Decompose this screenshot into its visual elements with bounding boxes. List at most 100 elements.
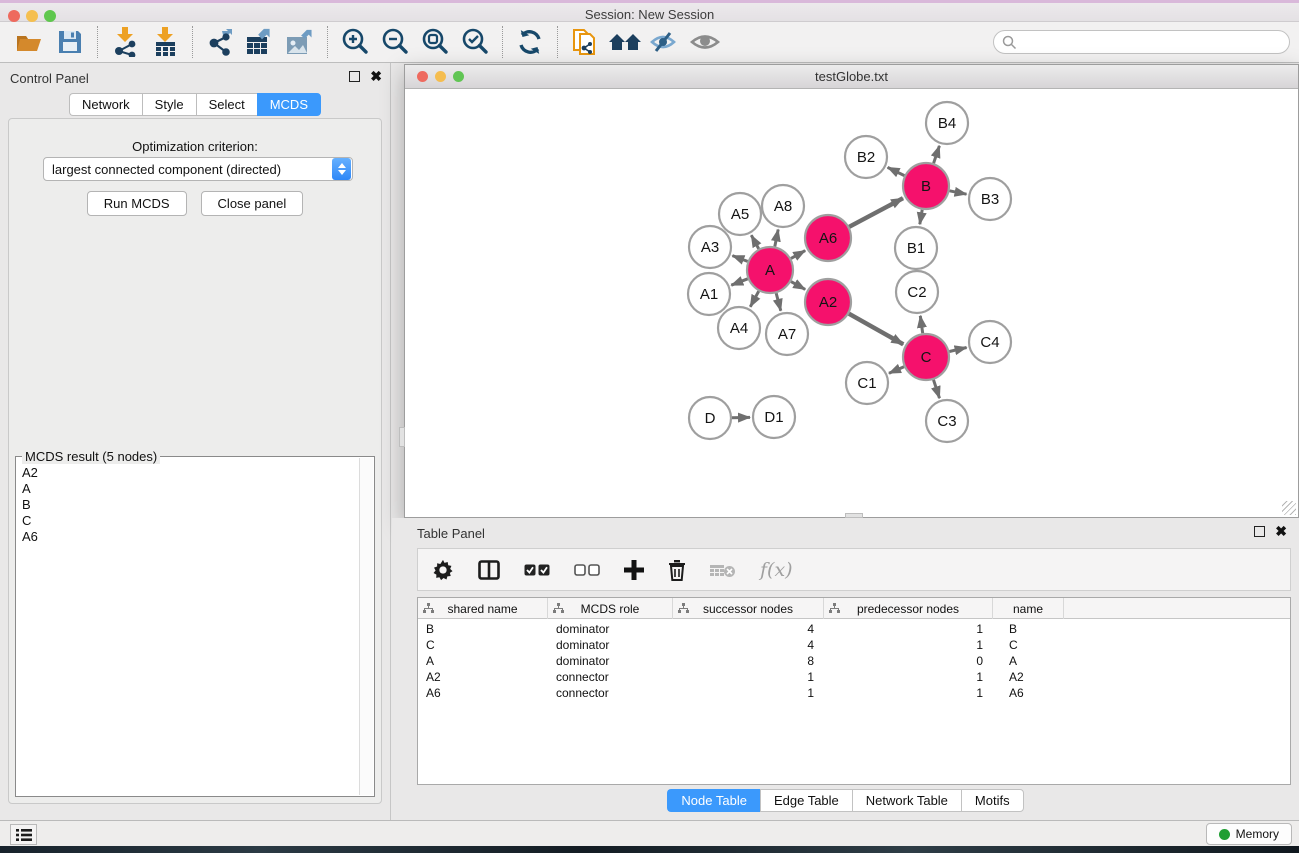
table-cell[interactable]: dominator <box>556 653 666 669</box>
table-cell[interactable]: 0 <box>832 653 983 669</box>
export-image-button[interactable] <box>280 24 320 60</box>
graph-edge-A-A3[interactable] <box>732 256 747 262</box>
table-cell[interactable]: A <box>426 653 540 669</box>
graph-edge-B-B2[interactable] <box>888 167 905 175</box>
mcds-result-item[interactable]: C <box>18 513 358 529</box>
table-row[interactable]: A2 connector 1 1 A2 <box>418 669 1290 685</box>
export-table-button[interactable] <box>240 24 280 60</box>
column-view-button[interactable] <box>478 560 500 580</box>
table-cell[interactable]: 1 <box>681 685 814 701</box>
column-header-mcds-role[interactable]: MCDS role <box>548 598 673 619</box>
table-cell[interactable]: 1 <box>832 685 983 701</box>
graph-edge-A-A5[interactable] <box>751 235 758 249</box>
resize-grip[interactable] <box>1282 501 1296 515</box>
table-row[interactable]: Cdominator 4 1 C <box>418 637 1290 653</box>
table-cell[interactable]: 4 <box>681 621 814 637</box>
table-cell[interactable]: 1 <box>681 669 814 685</box>
zoom-out-button[interactable] <box>375 24 415 60</box>
table-row[interactable]: A6 connector 1 1 A6 <box>418 685 1290 701</box>
graph-edge-A-A7[interactable] <box>776 293 781 311</box>
criterion-select[interactable]: largest connected component (directed) <box>43 157 353 181</box>
refresh-layout-button[interactable] <box>510 24 550 60</box>
table-cell[interactable]: 1 <box>832 637 983 653</box>
float-table-panel-icon[interactable] <box>1254 526 1265 537</box>
mcds-result-item[interactable]: B <box>18 497 358 513</box>
graph-edge-A-A6[interactable] <box>791 251 805 259</box>
column-header-shared-name[interactable]: shared name <box>418 598 548 619</box>
graph-edge-A-A8[interactable] <box>775 230 778 247</box>
table-settings-button[interactable] <box>432 559 454 581</box>
close-panel-icon[interactable]: ✖ <box>370 71 382 82</box>
export-network-button[interactable] <box>200 24 240 60</box>
table-cell[interactable]: 1 <box>832 621 983 637</box>
import-network-button[interactable] <box>105 24 145 60</box>
save-session-button[interactable] <box>50 24 90 60</box>
result-scrollbar[interactable] <box>359 458 373 795</box>
hide-panel-button[interactable] <box>645 24 685 60</box>
deselect-all-button[interactable] <box>574 564 600 576</box>
network-canvas[interactable]: B4B2BB3A8A5A6A3B1AC2A1A2A4A7C4CC1DD1C3 <box>406 90 1297 516</box>
add-column-button[interactable] <box>624 560 644 580</box>
table-cell[interactable]: A <box>1009 653 1069 669</box>
search-input[interactable] <box>993 30 1290 54</box>
function-builder-button[interactable]: f(x) <box>760 559 793 581</box>
graph-edge-A-A4[interactable] <box>750 291 758 307</box>
column-header-name[interactable]: name <box>993 598 1064 619</box>
table-cell[interactable]: 4 <box>681 637 814 653</box>
tab-network-table[interactable]: Network Table <box>852 789 961 812</box>
mcds-result-item[interactable]: A <box>18 481 358 497</box>
clone-network-button[interactable] <box>565 24 605 60</box>
open-file-button[interactable] <box>10 24 50 60</box>
tab-node-table[interactable]: Node Table <box>667 789 760 812</box>
table-cell[interactable]: A6 <box>1009 685 1069 701</box>
table-cell[interactable]: 8 <box>681 653 814 669</box>
delete-column-button[interactable] <box>668 559 686 581</box>
run-mcds-button[interactable]: Run MCDS <box>87 191 187 216</box>
graph-edge-C-C1[interactable] <box>889 367 904 374</box>
task-history-button[interactable] <box>10 824 37 845</box>
vertical-splitter-handle[interactable] <box>399 427 405 447</box>
graph-edge-B-B1[interactable] <box>920 210 922 225</box>
table-cell[interactable]: A2 <box>1009 669 1069 685</box>
select-all-button[interactable] <box>524 564 550 576</box>
table-cell[interactable]: A6 <box>426 685 540 701</box>
graph-edge-C-C2[interactable] <box>920 316 922 333</box>
memory-button[interactable]: Memory <box>1206 823 1292 845</box>
graph-edge-A2-C[interactable] <box>849 314 903 345</box>
table-cell[interactable]: A2 <box>426 669 540 685</box>
mcds-result-item[interactable]: A2 <box>18 465 358 481</box>
table-row[interactable]: Adominator 8 0 A <box>418 653 1290 669</box>
table-row[interactable]: Bdominator 4 1 B <box>418 621 1290 637</box>
graph-edge-C-C3[interactable] <box>934 380 940 398</box>
float-panel-icon[interactable] <box>349 71 360 82</box>
zoom-selected-button[interactable] <box>455 24 495 60</box>
network-overview-button[interactable] <box>605 24 645 60</box>
table-cell[interactable]: B <box>1009 621 1069 637</box>
table-cell[interactable]: B <box>426 621 540 637</box>
table-cell[interactable]: dominator <box>556 621 666 637</box>
table-cell[interactable]: dominator <box>556 637 666 653</box>
close-table-panel-icon[interactable]: ✖ <box>1275 526 1287 537</box>
close-panel-button[interactable]: Close panel <box>201 191 304 216</box>
column-header-predecessor-nodes[interactable]: predecessor nodes <box>824 598 993 619</box>
zoom-in-button[interactable] <box>335 24 375 60</box>
zoom-fit-button[interactable] <box>415 24 455 60</box>
table-cell[interactable]: 1 <box>832 669 983 685</box>
tab-select[interactable]: Select <box>196 93 257 116</box>
mcds-result-item[interactable]: A6 <box>18 529 358 545</box>
graph-edge-B-B4[interactable] <box>934 146 940 163</box>
graph-edge-A-A2[interactable] <box>791 282 805 290</box>
graph-edge-A-A1[interactable] <box>731 279 747 285</box>
table-cell[interactable]: C <box>1009 637 1069 653</box>
graph-edge-C-C4[interactable] <box>949 348 966 352</box>
graph-edge-A6-B[interactable] <box>849 198 903 227</box>
network-window-titlebar[interactable]: testGlobe.txt <box>405 65 1298 89</box>
clear-table-button[interactable] <box>710 562 736 578</box>
table-cell[interactable]: connector <box>556 685 666 701</box>
table-cell[interactable]: connector <box>556 669 666 685</box>
tab-network[interactable]: Network <box>69 93 142 116</box>
table-cell[interactable]: C <box>426 637 540 653</box>
tab-edge-table[interactable]: Edge Table <box>760 789 852 812</box>
tab-style[interactable]: Style <box>142 93 196 116</box>
column-header-successor-nodes[interactable]: successor nodes <box>673 598 824 619</box>
